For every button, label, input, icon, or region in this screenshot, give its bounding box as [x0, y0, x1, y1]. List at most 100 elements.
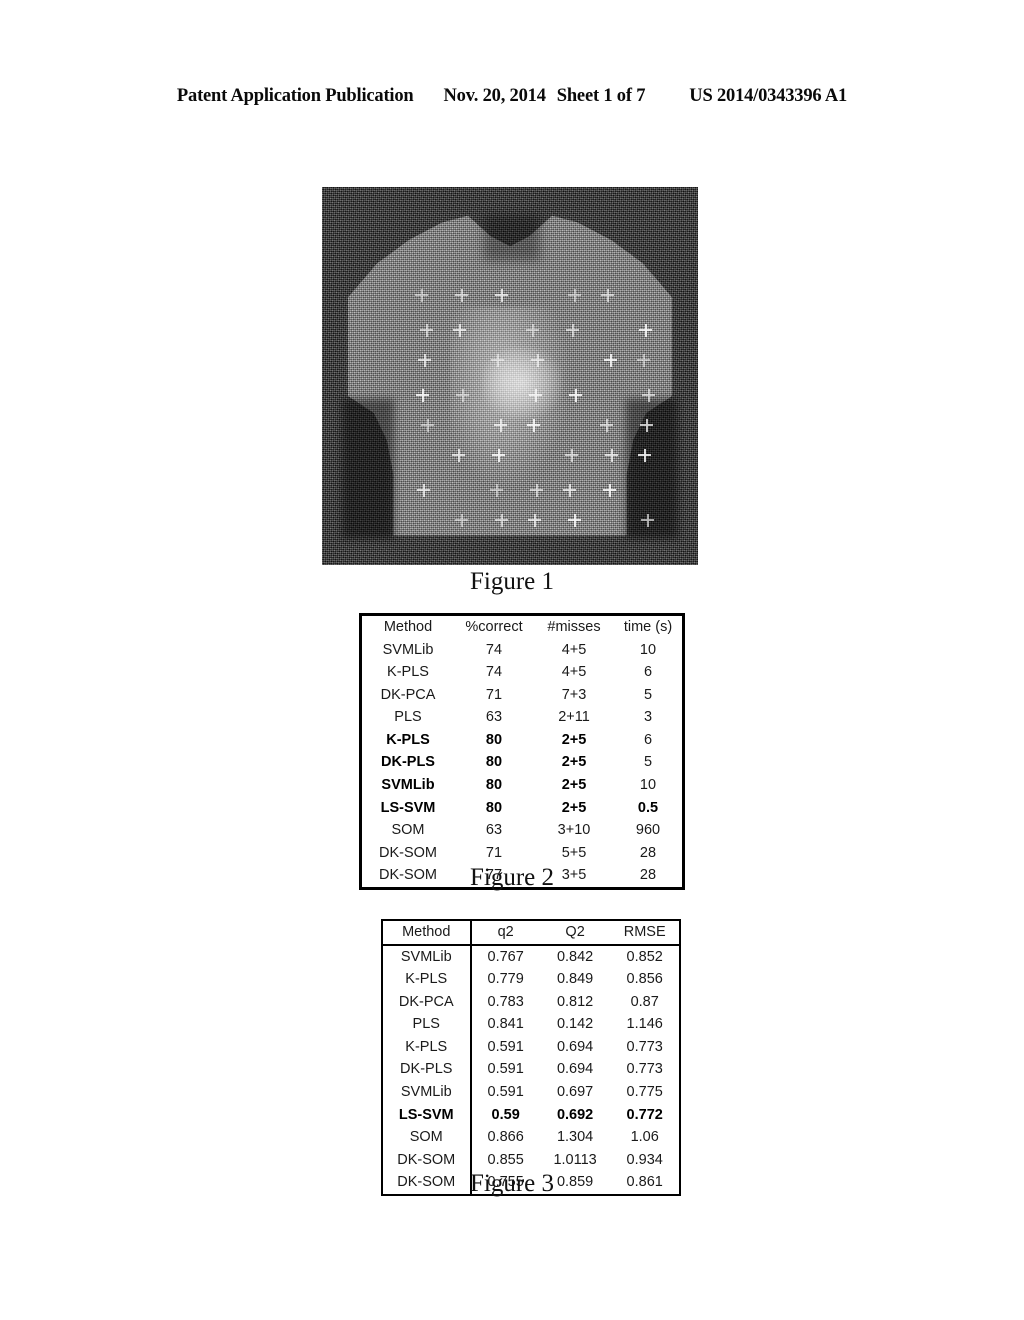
table-cell: K-PLS: [382, 968, 472, 991]
table-cell: 1.146: [626, 1016, 663, 1033]
figure-2-caption: Figure 2: [469, 864, 555, 891]
table-cell: 74: [485, 664, 503, 681]
table-row: LS-SVM 0.59 0.692 0.772: [382, 1103, 680, 1127]
patent-header: Patent Application Publication Nov. 20, 2…: [0, 86, 1024, 107]
figure-3-caption: Figure 3: [469, 1170, 555, 1197]
table-cell: 6: [643, 731, 653, 748]
table-cell: PLS: [382, 1013, 472, 1036]
column-header: q2: [470, 920, 540, 946]
table-row: PLS 63 2+11 3: [361, 706, 684, 729]
table-row: DK-PLS 80 2+5 5: [361, 751, 684, 774]
column-header: Q2: [539, 920, 611, 946]
table-row: SVMLib 0.767 0.842 0.852: [382, 944, 680, 969]
heart-bright-region: [482, 347, 562, 419]
table-row: DK-SOM 0.855 1.0113 0.934: [382, 1148, 680, 1172]
table-cell: 7+3: [561, 686, 587, 703]
table-cell: K-PLS: [382, 1035, 472, 1059]
sheet-number: Sheet 1 of 7: [556, 86, 646, 106]
table-cell: 0.775: [626, 1084, 663, 1101]
table-cell: 3: [643, 709, 653, 726]
table-row: SVMLib 80 2+5 10: [361, 774, 684, 797]
figure-3-table: Method q2 Q2 RMSE SVMLib 0.767 0.842 0.852 K-PLS…: [381, 919, 681, 1196]
figure-2-table: Method %correct #misses time (s) SVMLib 74 4+5…: [359, 613, 685, 890]
table-row: PLS 0.841 0.142 1.146: [382, 1013, 680, 1036]
table-row: SOM 63 3+10 960: [361, 819, 684, 842]
table-cell: 0.841: [487, 1016, 524, 1033]
figure-3-table-body: Method q2 Q2 RMSE SVMLib 0.767 0.842 0.852 K-PLS…: [382, 920, 680, 1195]
table-cell: 2+5: [561, 777, 587, 794]
table-cell: DK-PCA: [382, 990, 472, 1014]
left-shoulder-shadow: [342, 399, 394, 539]
patent-document-number: US 2014/0343396 A1: [689, 86, 848, 106]
table-row: DK-SOM 71 5+5 28: [361, 842, 684, 865]
table-cell: PLS: [394, 709, 422, 726]
table-cell: 0.812: [556, 993, 594, 1010]
table-cell: 0.142: [556, 1016, 594, 1033]
table-cell: 4+5: [561, 641, 587, 658]
table-cell: 5: [643, 754, 653, 771]
table-cell: 0.852: [626, 948, 663, 965]
table-cell: 2+5: [561, 799, 587, 816]
table-cell: 960: [635, 822, 661, 839]
table-row: K-PLS 0.779 0.849 0.856: [382, 968, 680, 991]
table-cell: 0.697: [556, 1084, 594, 1101]
table-cell: SVMLib: [382, 1081, 472, 1104]
table-cell: LS-SVM: [382, 1103, 472, 1127]
table-cell: SVMLib: [382, 641, 434, 658]
table-cell: DK-PLS: [381, 754, 435, 771]
table-cell: 0.767: [487, 948, 524, 965]
table-cell: 6: [643, 664, 653, 681]
table-row: K-PLS 0.591 0.694 0.773: [382, 1035, 680, 1059]
table-row: SVMLib 74 4+5 10: [361, 639, 684, 662]
table-cell: K-PLS: [387, 664, 429, 681]
table-cell: 0.773: [626, 1061, 663, 1078]
table-cell: DK-SOM: [379, 844, 437, 861]
column-header: %correct: [465, 619, 523, 635]
table-cell: 2+5: [561, 731, 587, 748]
table-row: K-PLS 74 4+5 6: [361, 661, 684, 684]
table-cell: 1.06: [630, 1129, 659, 1146]
table-cell: 0.591: [487, 1084, 524, 1101]
table-cell: K-PLS: [386, 731, 430, 748]
column-header: time (s): [623, 619, 673, 635]
table-cell: 0.591: [487, 1061, 524, 1078]
table-cell: 0.772: [626, 1106, 663, 1123]
table-cell: 80: [485, 777, 503, 794]
table-cell: 28: [639, 844, 657, 861]
neck-shadow: [484, 215, 540, 261]
table-cell: 1.304: [556, 1129, 594, 1146]
table-cell: 1.0113: [553, 1151, 597, 1168]
table-row: K-PLS 80 2+5 6: [361, 729, 684, 752]
thermal-torso-image: [322, 187, 698, 565]
table-cell: 63: [485, 709, 503, 726]
table-cell: 0.842: [556, 948, 594, 965]
table-cell: 0.694: [556, 1038, 594, 1055]
table-cell: SOM: [382, 1126, 472, 1149]
table-cell: DK-PLS: [382, 1058, 472, 1082]
figure-1-caption: Figure 1: [469, 568, 555, 595]
table-cell: 0.779: [487, 971, 524, 988]
table-cell: 2+5: [561, 754, 587, 771]
table-cell: LS-SVM: [380, 799, 436, 816]
table-cell: 0.856: [626, 971, 663, 988]
table-cell: 0.59: [491, 1106, 520, 1123]
table-row: SVMLib 0.591 0.697 0.775: [382, 1081, 680, 1104]
table-row: DK-PLS 0.591 0.694 0.773: [382, 1058, 680, 1082]
column-header: #misses: [547, 619, 601, 635]
publication-label: Patent Application Publication: [176, 86, 414, 106]
table-cell: 2+11: [558, 709, 590, 726]
table-cell: 0.5: [637, 799, 659, 816]
table-cell: DK-PCA: [380, 686, 436, 703]
table-cell: 10: [639, 777, 657, 794]
table-cell: 0.87: [630, 993, 659, 1010]
table-row: LS-SVM 80 2+5 0.5: [361, 797, 684, 820]
table-cell: SOM: [391, 822, 425, 839]
table-row: DK-PCA 0.783 0.812 0.87: [382, 990, 680, 1014]
column-header: RMSE: [610, 920, 680, 946]
table-cell: 0.692: [556, 1106, 594, 1123]
column-header: Method: [383, 619, 433, 635]
table-cell: 0.783: [487, 993, 524, 1010]
figure-1-block: [322, 187, 698, 565]
table-cell: DK-SOM: [382, 1148, 472, 1172]
table-header-row: Method %correct #misses time (s): [361, 615, 684, 639]
